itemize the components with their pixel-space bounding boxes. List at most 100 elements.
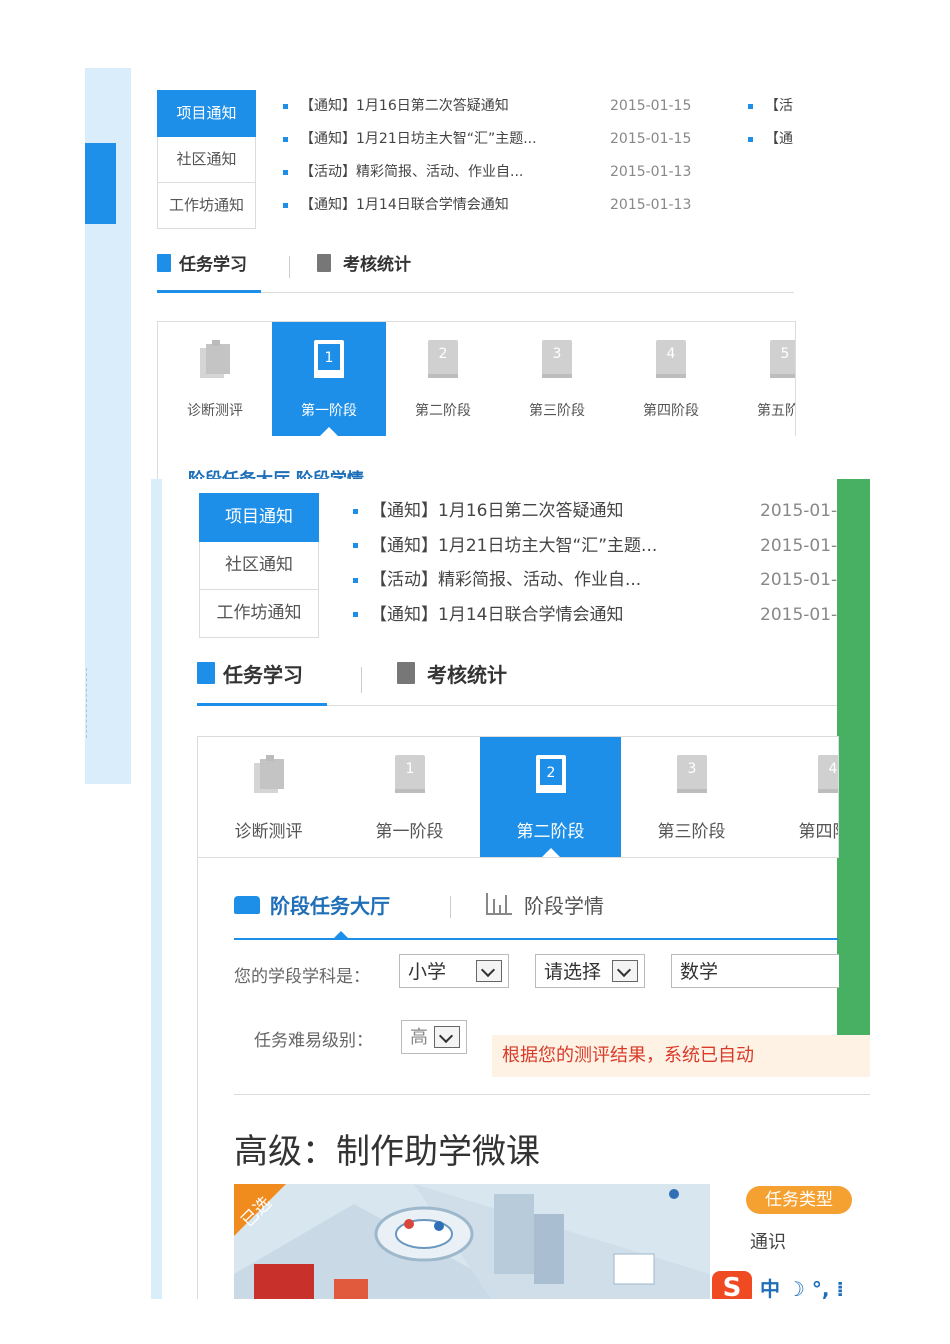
list-item[interactable]: 【活动】精彩简报、活动、作业自... 2015-01- [353, 568, 837, 603]
stage-panel: 阶段任务大厅 阶段学情 您的学段学科是： 小学 请选择 数学 任务难易级别： 高… [197, 856, 870, 1299]
list-item[interactable]: 【活 [748, 95, 798, 128]
book-4-icon: 4 [817, 755, 838, 793]
clipboard-icon [397, 662, 415, 684]
tab-community-notice[interactable]: 社区通知 [157, 137, 256, 183]
tab-project-notice[interactable]: 项目通知 [199, 493, 319, 542]
bar-chart-icon [486, 893, 512, 915]
news-list: 【通知】1月16日第二次答疑通知 2015-01-15 【通知】1月21日坊主大智… [283, 95, 713, 227]
task-title: 高级：制作助学微课 [234, 1132, 540, 1172]
foreground-screenshot: 项目通知 社区通知 工作坊通知 【通知】1月16日第二次答疑通知 2015-01-… [151, 479, 870, 1299]
divider [361, 667, 362, 693]
stage-5[interactable]: 5 第五阶段 [728, 322, 795, 436]
chevron-down-icon [434, 1026, 460, 1048]
svg-text:3: 3 [687, 761, 696, 777]
svg-text:2: 2 [439, 346, 448, 362]
stage-diagnosis[interactable]: 诊断测评 [198, 737, 340, 857]
svg-text:1: 1 [405, 761, 414, 777]
list-item[interactable]: 【通知】1月14日联合学情会通知 2015-01-13 [283, 194, 713, 227]
inbox-icon [234, 896, 260, 914]
chevron-down-icon [612, 960, 638, 982]
difficulty-select[interactable]: 高 [401, 1020, 467, 1054]
news-list-right: 【活 【通 [748, 95, 798, 161]
book-icon [157, 254, 171, 272]
tab-task-learning[interactable]: 任务学习 [197, 657, 327, 706]
stage-diagnosis[interactable]: 诊断测评 [158, 322, 273, 436]
book-3-icon: 3 [542, 340, 572, 378]
task-type-value: 通识 [750, 1232, 786, 1253]
list-item[interactable]: 【通知】1月14日联合学情会通知 2015-01- [353, 603, 837, 638]
left-sidebar-strip [151, 479, 162, 1299]
bullet-icon [353, 543, 358, 548]
divider [450, 896, 451, 918]
clipboard-stack-icon [200, 340, 230, 378]
bullet-icon [283, 103, 288, 109]
bullet-icon [283, 202, 288, 208]
list-item[interactable]: 【通知】1月21日坊主大智“汇”主题... 2015-01- [353, 534, 837, 569]
divider [234, 1094, 870, 1095]
list-item[interactable]: 【活动】精彩简报、活动、作业自... 2015-01-13 [283, 161, 713, 194]
city-illustration [234, 1184, 710, 1299]
tab-task-learning[interactable]: 任务学习 [157, 250, 261, 293]
tab-community-notice[interactable]: 社区通知 [199, 542, 319, 590]
tab-workshop-notice[interactable]: 工作坊通知 [199, 590, 319, 638]
stage-4[interactable]: 4 第四阶段 [614, 322, 729, 436]
ime-status: 中 ☽ °, ⁞ [760, 1277, 845, 1299]
task-illustration[interactable]: 已选 [234, 1184, 710, 1299]
book-1-icon: 1 [314, 340, 344, 378]
book-5-icon: 5 [770, 340, 795, 378]
section-tabs: 任务学习 考核统计 [197, 657, 837, 706]
stage-1[interactable]: 1 第一阶段 [339, 737, 481, 857]
bullet-icon [353, 508, 358, 514]
book-2-icon: 2 [428, 340, 458, 378]
stage-tabs: 诊断测评 1 第一阶段 2 第二阶段 3 第三阶段 4 第四阶段 5 第五阶段 [157, 321, 796, 436]
svg-text:4: 4 [667, 346, 676, 362]
tab-workshop-notice[interactable]: 工作坊通知 [157, 183, 256, 229]
level-select[interactable]: 小学 [399, 954, 509, 988]
svg-text:4: 4 [828, 761, 837, 777]
auto-notice: 根据您的测评结果，系统已自动 [492, 1035, 870, 1077]
ime-toolbar[interactable]: S 中 ☽ °, ⁞ [712, 1271, 870, 1299]
notice-tabs: 项目通知 社区通知 工作坊通知 [199, 493, 319, 638]
list-item[interactable]: 【通知】1月16日第二次答疑通知 2015-01-15 [283, 95, 713, 128]
section-tabs: 任务学习 考核统计 [157, 250, 794, 293]
stage-2[interactable]: 2 第二阶段 [386, 322, 501, 436]
tab-project-notice[interactable]: 项目通知 [157, 90, 256, 137]
stage-3[interactable]: 3 第三阶段 [621, 737, 763, 857]
active-notch [332, 931, 350, 940]
book-icon [197, 662, 215, 684]
tab-task-hall[interactable]: 阶段任务大厅 [234, 886, 390, 926]
left-divider [86, 668, 91, 738]
stage-1[interactable]: 1 第一阶段 [272, 322, 387, 436]
tab-stage-status[interactable]: 阶段学情 [486, 886, 604, 926]
stage-panel-peek: 阶段任务大厅 阶段学情 [157, 435, 795, 480]
svg-text:1: 1 [325, 350, 334, 366]
subject-select[interactable]: 数学 [671, 954, 839, 988]
bullet-icon [748, 136, 753, 142]
book-4-icon: 4 [656, 340, 686, 378]
stage-2[interactable]: 2 第二阶段 [480, 737, 622, 857]
book-1-icon: 1 [394, 755, 425, 793]
book-2-icon: 2 [535, 755, 566, 793]
bullet-icon [283, 136, 288, 142]
svg-text:2: 2 [546, 765, 555, 781]
list-item[interactable]: 【通 [748, 128, 798, 161]
sogou-ime-icon[interactable]: S [712, 1271, 752, 1299]
divider [289, 256, 290, 278]
svg-text:5: 5 [781, 346, 790, 362]
left-side-tab[interactable] [85, 143, 116, 224]
tab-assessment-stats[interactable]: 考核统计 [317, 250, 411, 290]
stage-3[interactable]: 3 第三阶段 [500, 322, 615, 436]
clipboard-stack-icon [253, 755, 284, 793]
chevron-down-icon [476, 960, 502, 982]
stage-4[interactable]: 4 第四阶段 [762, 737, 838, 857]
task-type-badge: 任务类型 [746, 1186, 852, 1214]
news-list: 【通知】1月16日第二次答疑通知 2015-01- 【通知】1月21日坊主大智“汇… [353, 499, 837, 637]
list-item[interactable]: 【通知】1月21日坊主大智“汇”主题... 2015-01-15 [283, 128, 713, 161]
grade-select[interactable]: 请选择 [535, 954, 645, 988]
svg-text:3: 3 [553, 346, 562, 362]
bullet-icon [283, 169, 288, 175]
book-3-icon: 3 [676, 755, 707, 793]
tab-assessment-stats[interactable]: 考核统计 [397, 657, 507, 703]
bullet-icon [353, 612, 358, 617]
list-item[interactable]: 【通知】1月16日第二次答疑通知 2015-01- [353, 499, 837, 534]
